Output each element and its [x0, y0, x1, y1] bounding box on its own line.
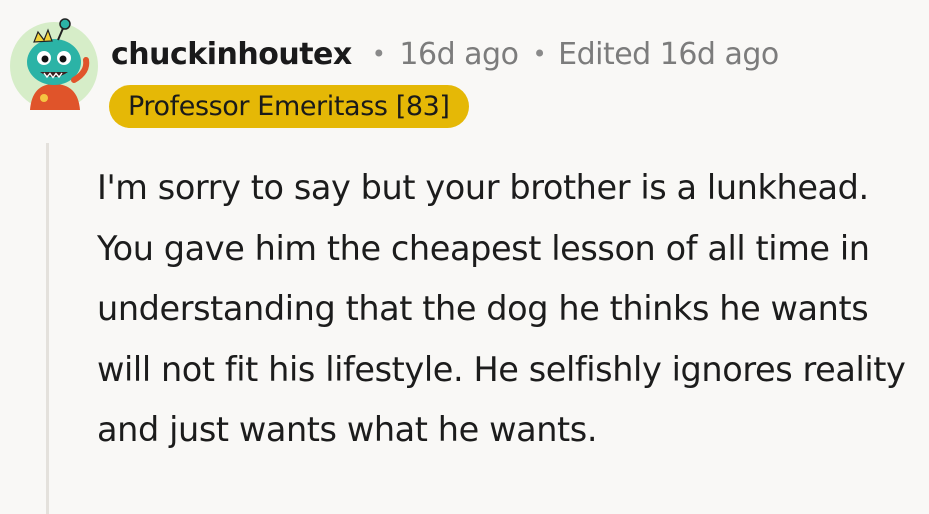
avatar[interactable] [4, 14, 104, 114]
user-flair-badge: Professor Emeritass [83] [109, 85, 469, 128]
meta-separator: • [371, 40, 386, 68]
posted-time[interactable]: 16d ago [399, 37, 519, 72]
meta-separator: • [532, 40, 547, 68]
thread-line[interactable] [46, 143, 49, 514]
comment-header: chuckinhoutex • 16d ago • Edited 16d ago [111, 32, 779, 76]
snoo-avatar-icon [10, 18, 98, 110]
comment-body: I'm sorry to say but your brother is a l… [97, 168, 906, 449]
username-link[interactable]: chuckinhoutex [111, 37, 352, 72]
edited-time: Edited 16d ago [558, 36, 779, 72]
